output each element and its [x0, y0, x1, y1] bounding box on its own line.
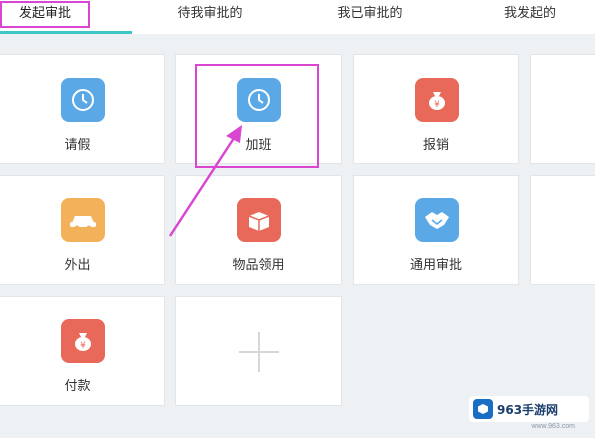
watermark-brand: 963手游网: [497, 402, 559, 417]
watermark-badge: 963手游网: [469, 396, 589, 422]
annotation-arrow: [168, 125, 242, 237]
watermark-site: www.963.com: [531, 423, 575, 430]
cube-logo-icon: [473, 399, 493, 419]
